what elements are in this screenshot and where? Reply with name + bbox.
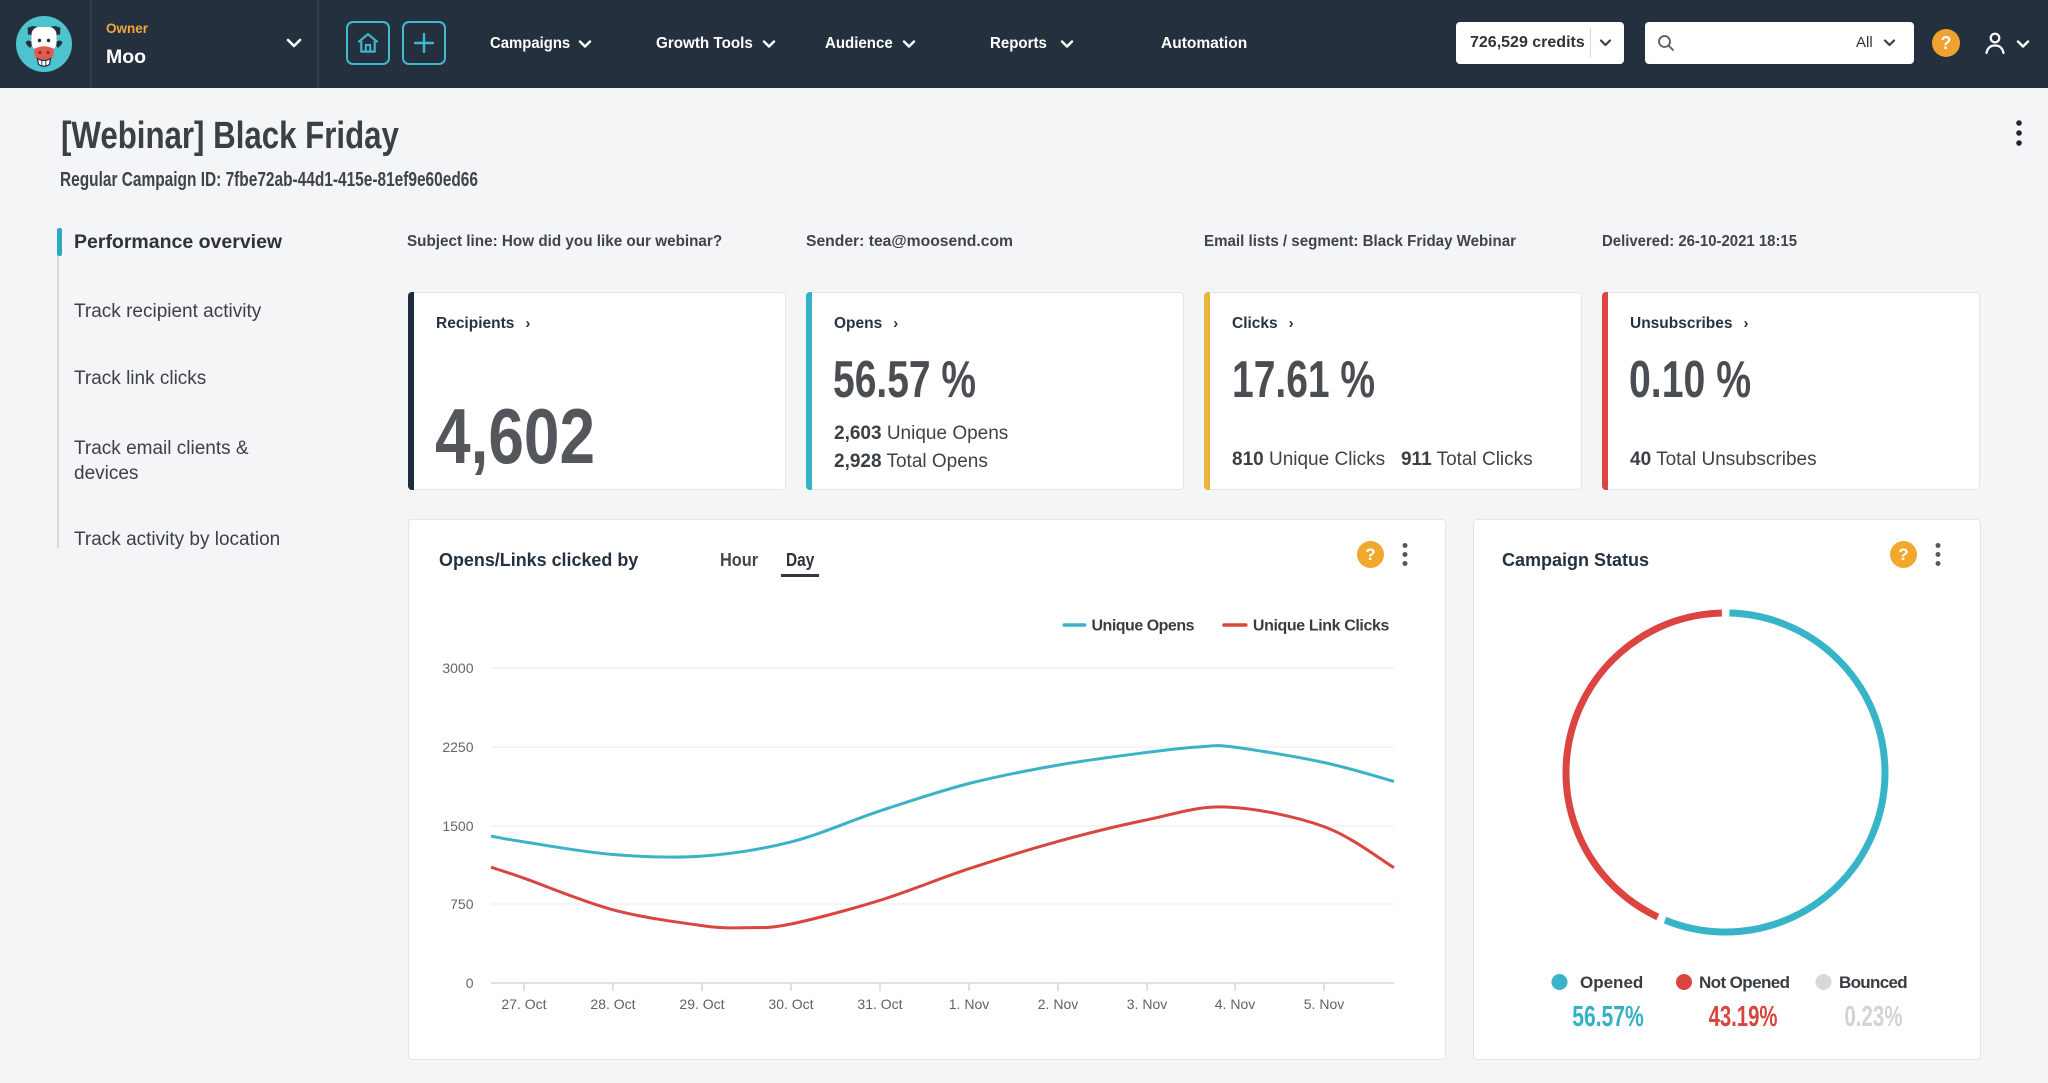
svg-text:28. Oct: 28. Oct — [590, 996, 635, 1012]
svg-text:30. Oct: 30. Oct — [768, 996, 813, 1012]
svg-text:1. Nov: 1. Nov — [949, 996, 989, 1012]
svg-text:Unique Opens: Unique Opens — [1092, 618, 1195, 635]
svg-text:Bounced: Bounced — [1839, 973, 1908, 992]
svg-text:5. Nov: 5. Nov — [1304, 996, 1344, 1012]
svg-text:3000: 3000 — [442, 660, 473, 676]
svg-text:27. Oct: 27. Oct — [501, 996, 546, 1012]
svg-text:56.57%: 56.57% — [1572, 1001, 1644, 1033]
svg-text:Opened: Opened — [1580, 973, 1643, 992]
svg-text:0: 0 — [466, 975, 474, 991]
svg-text:43.19%: 43.19% — [1709, 1001, 1778, 1033]
svg-text:29. Oct: 29. Oct — [679, 996, 724, 1012]
svg-text:750: 750 — [450, 896, 474, 912]
svg-text:31. Oct: 31. Oct — [857, 996, 902, 1012]
svg-text:1500: 1500 — [442, 818, 473, 834]
svg-text:0.23%: 0.23% — [1844, 1001, 1902, 1033]
svg-text:Unique Link Clicks: Unique Link Clicks — [1253, 618, 1390, 635]
svg-text:3. Nov: 3. Nov — [1127, 996, 1167, 1012]
svg-text:Not Opened: Not Opened — [1699, 973, 1790, 992]
svg-text:4. Nov: 4. Nov — [1215, 996, 1255, 1012]
svg-text:2. Nov: 2. Nov — [1038, 996, 1078, 1012]
svg-text:2250: 2250 — [442, 739, 473, 755]
